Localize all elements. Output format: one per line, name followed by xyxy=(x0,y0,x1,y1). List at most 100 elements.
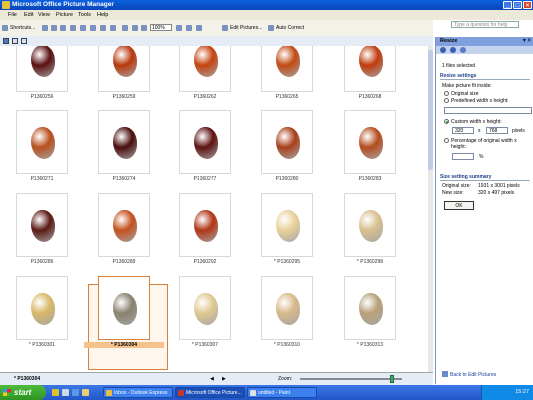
thumbnail-item[interactable]: P1360280 xyxy=(247,108,321,188)
prev-arrow-icon[interactable]: ◀ xyxy=(210,376,214,382)
thumbnail-frame[interactable] xyxy=(344,276,396,340)
quicklaunch-explorer-icon[interactable] xyxy=(82,389,89,396)
thumbnail-item[interactable]: * P1360307 xyxy=(165,274,239,354)
thumbnail-item[interactable]: P1360256 xyxy=(2,46,76,106)
next-arrow-icon[interactable]: ▶ xyxy=(222,376,226,382)
thumbnail-item[interactable]: * P1360313 xyxy=(330,274,404,354)
thumbnail-frame[interactable] xyxy=(261,193,313,257)
custom-size-radio[interactable] xyxy=(444,119,449,124)
thumbnail-frame[interactable] xyxy=(16,276,68,340)
thumbnail-frame[interactable] xyxy=(98,193,150,257)
thumbnail-frame[interactable] xyxy=(179,46,231,92)
task-outlook[interactable]: Inbox - Outlook Express xyxy=(103,387,173,398)
menu-view[interactable]: View xyxy=(38,12,50,18)
predefined-dropdown[interactable] xyxy=(444,107,532,114)
export-icon[interactable] xyxy=(60,25,66,31)
pane-close-icon[interactable]: ▾ × xyxy=(523,37,531,44)
thumbnail-frame[interactable] xyxy=(16,110,68,174)
home-icon[interactable] xyxy=(460,47,466,53)
thumbnail-frame[interactable] xyxy=(344,193,396,257)
filmstrip-view-icon[interactable] xyxy=(12,38,18,44)
thumbnail-frame[interactable] xyxy=(344,110,396,174)
quicklaunch-ie-icon[interactable] xyxy=(52,389,59,396)
help-search-input[interactable]: Type a question for help xyxy=(451,21,519,28)
thumbnail-frame[interactable] xyxy=(16,46,68,92)
paste-icon[interactable] xyxy=(100,25,106,31)
delete-icon[interactable] xyxy=(110,25,116,31)
thumbnail-item[interactable]: P1360277 xyxy=(165,108,239,188)
edit-pictures-icon[interactable] xyxy=(222,25,228,31)
shortcuts-button[interactable]: Shortcuts... xyxy=(10,24,35,32)
thumbnail-frame[interactable] xyxy=(16,193,68,257)
thumbnail-frame[interactable] xyxy=(344,46,396,92)
zoom-slider-track[interactable] xyxy=(300,378,402,380)
shortcuts-icon[interactable] xyxy=(2,25,8,31)
edit-pictures-button[interactable]: Edit Pictures... xyxy=(230,24,262,32)
thumbnail-frame[interactable] xyxy=(179,193,231,257)
zoom-icon[interactable] xyxy=(186,25,192,31)
thumbnail-item[interactable]: * P1360298 xyxy=(330,191,404,271)
custom-height-input[interactable]: 768 xyxy=(486,127,508,134)
thumbnail-item[interactable]: P1360271 xyxy=(2,108,76,188)
menu-tools[interactable]: Tools xyxy=(78,12,91,18)
quicklaunch-desktop-icon[interactable] xyxy=(62,389,69,396)
save-icon[interactable] xyxy=(51,25,57,31)
thumbnail-frame[interactable] xyxy=(261,110,313,174)
thumbnail-item[interactable]: P1360286 xyxy=(2,191,76,271)
thumbnail-item[interactable]: P1360274 xyxy=(84,108,158,188)
thumbnail-frame[interactable] xyxy=(98,110,150,174)
percentage-radio[interactable] xyxy=(444,138,449,143)
thumbnail-item[interactable]: P1360262 xyxy=(165,46,239,106)
fullscreen-icon[interactable] xyxy=(196,25,202,31)
back-to-edit-icon[interactable] xyxy=(442,371,448,377)
thumbnail-frame[interactable] xyxy=(98,276,150,340)
rotate-left-icon[interactable] xyxy=(132,25,138,31)
custom-width-input[interactable]: 320 xyxy=(452,127,474,134)
thumbnail-view-icon[interactable] xyxy=(3,38,9,44)
zoom-slider-knob[interactable] xyxy=(390,375,394,383)
menu-picture[interactable]: Picture xyxy=(56,12,73,18)
rotate-right-icon[interactable] xyxy=(141,25,147,31)
single-view-icon[interactable] xyxy=(21,38,27,44)
forward-arrow-icon[interactable] xyxy=(450,47,456,53)
close-button[interactable]: × xyxy=(523,1,532,9)
back-arrow-icon[interactable] xyxy=(440,47,446,53)
thumbnail-item[interactable]: * P1360301 xyxy=(2,274,76,354)
thumbnail-item[interactable]: P1360268 xyxy=(330,46,404,106)
thumbnail-item[interactable]: * P1360310 xyxy=(247,274,321,354)
help-icon[interactable] xyxy=(176,25,182,31)
undo-icon[interactable] xyxy=(122,25,128,31)
thumbnail-item[interactable]: P1360292 xyxy=(165,191,239,271)
scrollbar-thumb[interactable] xyxy=(428,50,433,170)
task-paint[interactable]: untitled - Paint xyxy=(247,387,317,398)
ok-button[interactable]: OK xyxy=(444,201,474,210)
gallery-scrollbar[interactable] xyxy=(428,46,433,372)
back-to-edit-link[interactable]: Back to Edit Pictures xyxy=(450,372,496,378)
thumbnail-item[interactable]: P1360283 xyxy=(330,108,404,188)
auto-correct-icon[interactable] xyxy=(268,25,274,31)
copy-icon[interactable] xyxy=(90,25,96,31)
thumbnail-item[interactable]: * P1360304 xyxy=(84,274,164,354)
menu-help[interactable]: Help xyxy=(97,12,108,18)
open-icon[interactable] xyxy=(42,25,48,31)
thumbnail-item[interactable]: P1360259 xyxy=(84,46,158,106)
print-icon[interactable] xyxy=(70,25,76,31)
mail-icon[interactable] xyxy=(80,25,86,31)
auto-correct-button[interactable]: Auto Correct xyxy=(276,24,304,32)
predefined-radio[interactable] xyxy=(444,98,449,103)
percentage-input[interactable] xyxy=(452,153,474,160)
thumbnail-item[interactable]: P1360265 xyxy=(247,46,321,106)
quicklaunch-media-icon[interactable] xyxy=(72,389,79,396)
original-size-radio[interactable] xyxy=(444,91,449,96)
thumbnail-frame[interactable] xyxy=(261,46,313,92)
zoom-select[interactable]: 100% xyxy=(150,24,172,31)
thumbnail-frame[interactable] xyxy=(179,110,231,174)
thumbnail-frame[interactable] xyxy=(98,46,150,92)
task-picture-manager[interactable]: Microsoft Office Picture... xyxy=(175,387,245,398)
thumbnail-item[interactable]: * P1360295 xyxy=(247,191,321,271)
thumbnail-item[interactable]: P1360289 xyxy=(84,191,158,271)
minimize-button[interactable]: _ xyxy=(503,1,512,9)
thumbnail-frame[interactable] xyxy=(261,276,313,340)
menu-edit[interactable]: Edit xyxy=(24,12,33,18)
menu-file[interactable]: File xyxy=(8,12,17,18)
